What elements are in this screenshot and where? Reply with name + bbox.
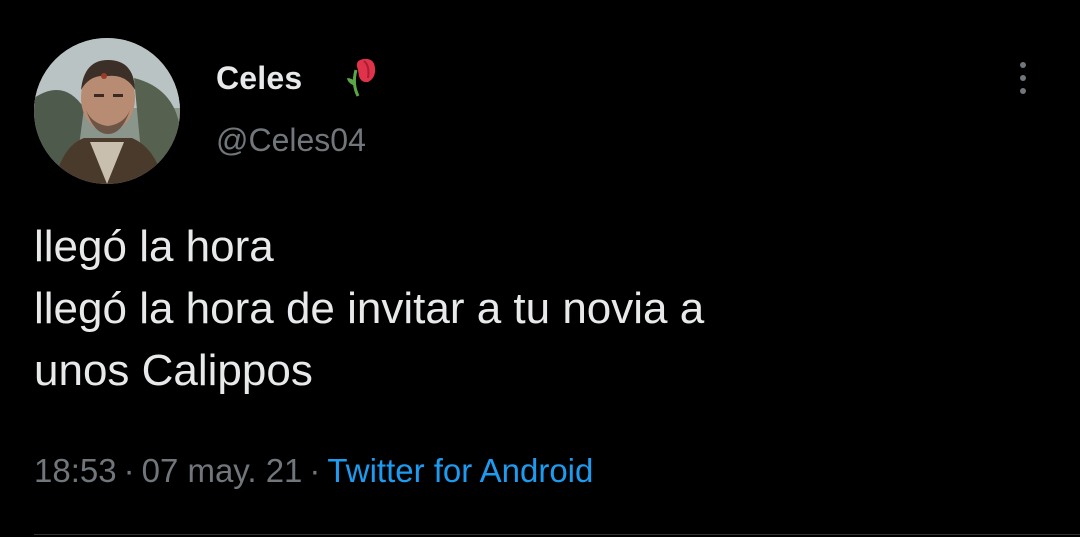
more-dot bbox=[1020, 88, 1026, 94]
wilted-rose-emoji-icon bbox=[344, 56, 380, 100]
tweet-text-line: llegó la hora de invitar a tu novia a bbox=[34, 284, 705, 333]
avatar-image bbox=[34, 38, 180, 184]
avatar[interactable] bbox=[34, 38, 180, 184]
more-dot bbox=[1020, 62, 1026, 68]
user-handle[interactable]: @Celes04 bbox=[216, 122, 366, 159]
tweet-meta: 18:53 · 07 may. 21 · Twitter for Android bbox=[34, 452, 593, 490]
display-name[interactable]: Celes bbox=[216, 60, 302, 97]
more-dot bbox=[1020, 75, 1026, 81]
tweet: Celes @Celes04 llegó la hora llegó la ho… bbox=[0, 0, 1080, 537]
tweet-source-link[interactable]: Twitter for Android bbox=[327, 452, 593, 489]
tweet-text-line: unos Calippos bbox=[34, 346, 313, 395]
divider bbox=[34, 534, 1080, 535]
tweet-date[interactable]: 07 may. 21 bbox=[142, 452, 303, 489]
tweet-text-line: llegó la hora bbox=[34, 222, 274, 271]
more-options-vertical-icon[interactable] bbox=[1008, 58, 1038, 98]
tweet-time[interactable]: 18:53 bbox=[34, 452, 117, 489]
meta-separator: · bbox=[123, 452, 135, 489]
tweet-text: llegó la hora llegó la hora de invitar a… bbox=[34, 216, 1044, 402]
meta-separator: · bbox=[309, 452, 321, 489]
